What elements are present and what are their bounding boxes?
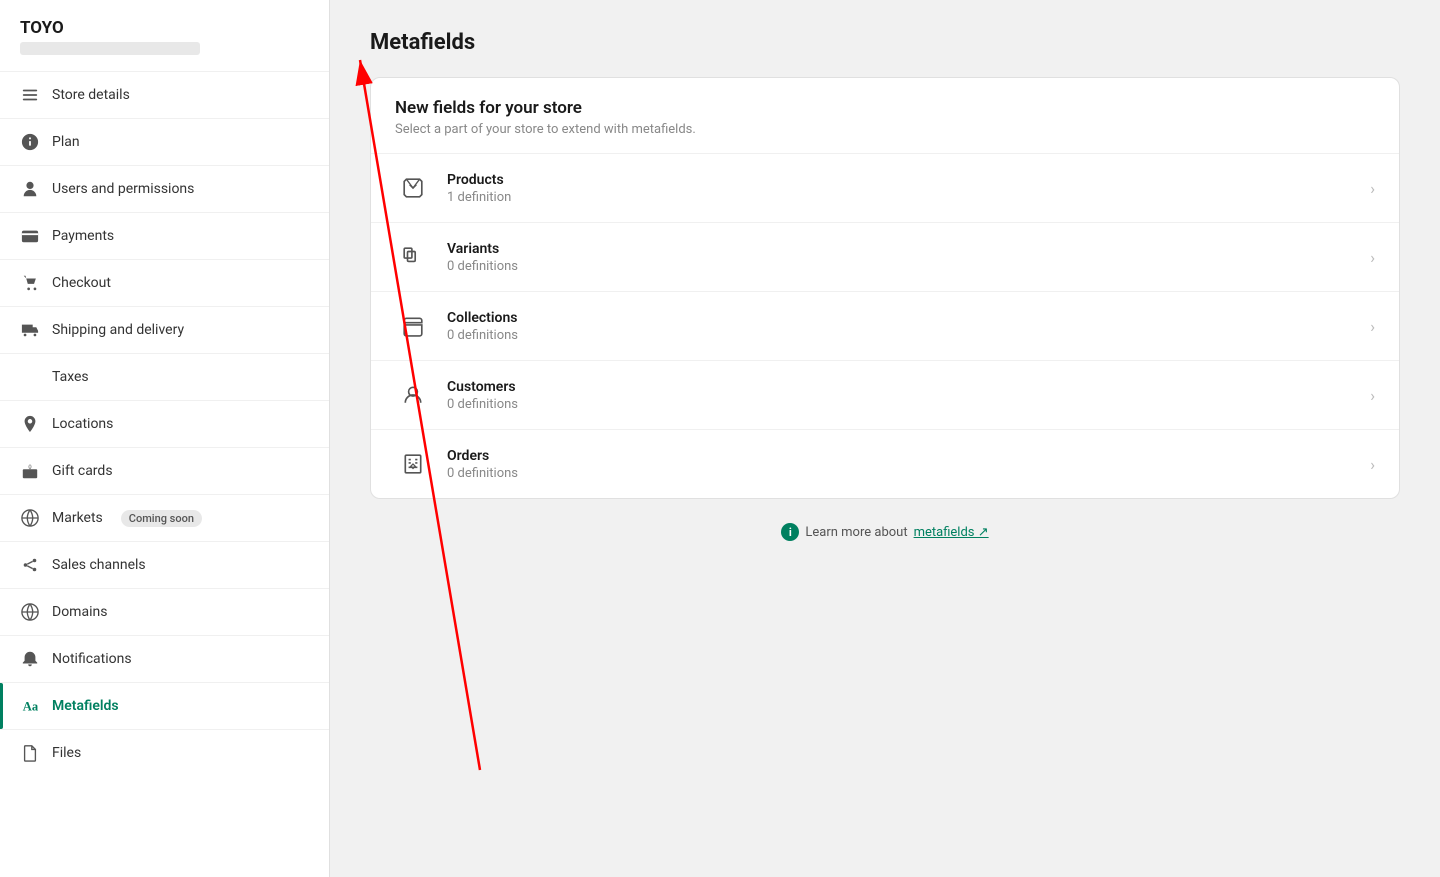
locations-icon [20, 414, 40, 434]
products-icon [395, 170, 431, 206]
metafield-info: Orders 0 definitions [447, 448, 1354, 481]
info-icon: i [781, 523, 799, 541]
chevron-right-icon: › [1370, 386, 1375, 405]
metafield-item-orders[interactable]: Orders 0 definitions › [371, 429, 1399, 498]
files-icon [20, 743, 40, 763]
svg-text:Aa: Aa [23, 700, 39, 714]
sidebar-item-label: Files [52, 745, 81, 761]
sidebar-item-label: Users and permissions [52, 181, 194, 197]
metafield-info: Products 1 definition [447, 172, 1354, 205]
markets-icon [20, 508, 40, 528]
sidebar-item-domains[interactable]: Domains [0, 588, 329, 635]
domains-icon [20, 602, 40, 622]
page-title: Metafields [370, 30, 1400, 55]
sidebar-item-label: Notifications [52, 651, 132, 667]
sidebar-item-files[interactable]: Files [0, 729, 329, 776]
gift-icon [20, 461, 40, 481]
metafield-count: 0 definitions [447, 328, 1354, 343]
shipping-icon [20, 320, 40, 340]
notifications-icon [20, 649, 40, 669]
sidebar-item-sales-channels[interactable]: Sales channels [0, 541, 329, 588]
sidebar-item-label: Gift cards [52, 463, 113, 479]
sidebar-item-metafields[interactable]: Aa Metafields [0, 682, 329, 729]
payments-icon [20, 226, 40, 246]
sidebar: TOYO Store details Plan [0, 0, 330, 877]
sidebar-item-label: Domains [52, 604, 107, 620]
sidebar-item-label: Markets [52, 510, 103, 526]
users-icon [20, 179, 40, 199]
metafield-info: Variants 0 definitions [447, 241, 1354, 274]
sidebar-item-taxes[interactable]: Taxes [0, 353, 329, 400]
metafield-name: Products [447, 172, 1354, 188]
plan-icon [20, 132, 40, 152]
sidebar-item-label: Taxes [52, 369, 89, 385]
sidebar-item-gift-cards[interactable]: Gift cards [0, 447, 329, 494]
sidebar-item-label: Shipping and delivery [52, 322, 184, 338]
variants-icon [395, 239, 431, 275]
sidebar-item-label: Store details [52, 87, 130, 103]
metafield-name: Variants [447, 241, 1354, 257]
sidebar-item-shipping[interactable]: Shipping and delivery [0, 306, 329, 353]
metafield-info: Collections 0 definitions [447, 310, 1354, 343]
sales-icon [20, 555, 40, 575]
collections-icon [395, 308, 431, 344]
metafield-count: 1 definition [447, 190, 1354, 205]
learn-more-section: i Learn more about metafields ↗ [370, 523, 1400, 541]
sidebar-item-label: Locations [52, 416, 113, 432]
store-name: TOYO [20, 18, 309, 38]
store-email [20, 42, 200, 55]
metafield-item-collections[interactable]: Collections 0 definitions › [371, 291, 1399, 360]
learn-more-text: Learn more about [805, 525, 907, 540]
learn-more-link[interactable]: metafields ↗ [914, 525, 989, 540]
sidebar-item-plan[interactable]: Plan [0, 118, 329, 165]
sidebar-item-markets[interactable]: Markets Coming soon [0, 494, 329, 541]
sidebar-item-locations[interactable]: Locations [0, 400, 329, 447]
chevron-right-icon: › [1370, 317, 1375, 336]
sidebar-header: TOYO [0, 0, 329, 71]
sidebar-item-label: Payments [52, 228, 114, 244]
sidebar-item-label: Metafields [52, 698, 119, 714]
orders-icon [395, 446, 431, 482]
chevron-right-icon: › [1370, 248, 1375, 267]
sidebar-item-store-details[interactable]: Store details [0, 71, 329, 118]
metafields-icon: Aa [20, 696, 40, 716]
sidebar-item-notifications[interactable]: Notifications [0, 635, 329, 682]
metafield-item-products[interactable]: Products 1 definition › [371, 153, 1399, 222]
metafield-count: 0 definitions [447, 397, 1354, 412]
sidebar-item-payments[interactable]: Payments [0, 212, 329, 259]
sidebar-item-label: Checkout [52, 275, 111, 291]
sidebar-item-users-permissions[interactable]: Users and permissions [0, 165, 329, 212]
metafield-item-customers[interactable]: Customers 0 definitions › [371, 360, 1399, 429]
metafield-name: Customers [447, 379, 1354, 395]
main-content: Metafields New fields for your store Sel… [330, 0, 1440, 877]
sidebar-item-checkout[interactable]: Checkout [0, 259, 329, 306]
chevron-right-icon: › [1370, 179, 1375, 198]
metafield-info: Customers 0 definitions [447, 379, 1354, 412]
checkout-icon [20, 273, 40, 293]
metafield-count: 0 definitions [447, 259, 1354, 274]
metafield-item-variants[interactable]: Variants 0 definitions › [371, 222, 1399, 291]
store-icon [20, 85, 40, 105]
chevron-right-icon: › [1370, 455, 1375, 474]
sidebar-nav: Store details Plan Users and permissions [0, 71, 329, 776]
sidebar-item-label: Sales channels [52, 557, 146, 573]
metafield-name: Collections [447, 310, 1354, 326]
customers-icon [395, 377, 431, 413]
section-subtitle: Select a part of your store to extend wi… [371, 122, 1399, 153]
section-heading: New fields for your store [371, 78, 1399, 122]
coming-soon-badge: Coming soon [121, 510, 202, 527]
sidebar-item-label: Plan [52, 134, 80, 150]
metafield-name: Orders [447, 448, 1354, 464]
taxes-icon [20, 367, 40, 387]
metafield-count: 0 definitions [447, 466, 1354, 481]
metafields-card: New fields for your store Select a part … [370, 77, 1400, 499]
